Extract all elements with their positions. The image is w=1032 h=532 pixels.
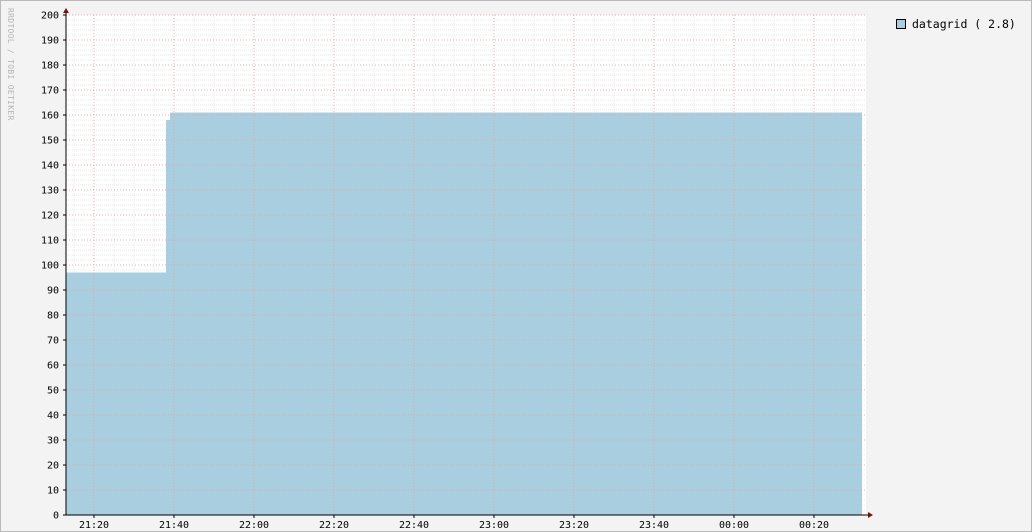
y-tick-label: 10 <box>47 486 59 497</box>
y-tick-label: 30 <box>47 436 59 447</box>
y-tick-label: 0 <box>53 511 59 522</box>
x-tick-label: 22:00 <box>239 520 269 531</box>
x-tick-label: 00:20 <box>799 520 829 531</box>
y-tick-label: 170 <box>41 86 59 97</box>
y-tick-label: 190 <box>41 36 59 47</box>
x-tick-label: 00:00 <box>719 520 749 531</box>
y-tick-label: 200 <box>41 11 59 22</box>
legend-swatch <box>896 19 906 29</box>
x-tick-label: 21:40 <box>159 520 189 531</box>
y-tick-label: 150 <box>41 136 59 147</box>
y-tick-label: 130 <box>41 186 59 197</box>
y-tick-label: 50 <box>47 386 59 397</box>
x-axis-arrow <box>868 512 873 518</box>
legend-label: datagrid ( 2.8) <box>912 17 1016 31</box>
y-tick-label: 70 <box>47 336 59 347</box>
y-tick-label: 90 <box>47 286 59 297</box>
y-tick-label: 60 <box>47 361 59 372</box>
chart: 0 10 20 30 40 50 60 70 80 90 100 110 120 130 140 150 160… <box>41 8 873 531</box>
y-tick-label: 180 <box>41 61 59 72</box>
x-tick-label: 23:40 <box>639 520 669 531</box>
y-tick-label: 20 <box>47 461 59 472</box>
x-tick-label: 23:20 <box>559 520 589 531</box>
y-tick-label: 160 <box>41 111 59 122</box>
x-tick-label: 21:20 <box>79 520 109 531</box>
legend: datagrid ( 2.8) <box>896 17 1016 31</box>
y-tick-label: 80 <box>47 311 59 322</box>
y-axis-arrow <box>63 8 69 13</box>
series-area-datagrid <box>66 112 862 515</box>
y-tick-label: 140 <box>41 161 59 172</box>
x-tick-label: 22:20 <box>319 520 349 531</box>
x-tick-label: 23:00 <box>479 520 509 531</box>
y-tick-label: 120 <box>41 211 59 222</box>
y-tick-label: 110 <box>41 236 59 247</box>
y-tick-label: 100 <box>41 261 59 272</box>
y-tick-label: 40 <box>47 411 59 422</box>
x-tick-label: 22:40 <box>399 520 429 531</box>
